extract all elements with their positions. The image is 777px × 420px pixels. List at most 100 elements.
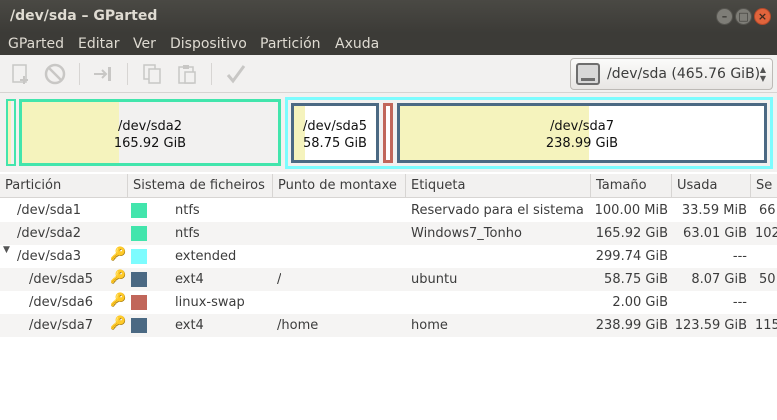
toolbar: /dev/sda (465.76 GiB) ▲ ▼ bbox=[0, 55, 777, 93]
cell-unused: 66 bbox=[759, 203, 776, 218]
cell-partition: /dev/sda5 bbox=[29, 272, 93, 287]
menu-ver[interactable]: Ver bbox=[133, 36, 156, 52]
resize-move-icon[interactable] bbox=[91, 62, 115, 86]
col-header-used[interactable]: Usada bbox=[672, 174, 751, 198]
map-partition-sda3-extended[interactable]: /dev/sda5 58.75 GiB /dev/sda7 238.99 GiB bbox=[285, 97, 773, 169]
fs-color-swatch bbox=[131, 249, 147, 264]
map-partition-sda6[interactable] bbox=[383, 103, 393, 163]
cell-label: ubuntu bbox=[411, 272, 458, 287]
map-sda7-name: /dev/sda7 bbox=[550, 119, 614, 134]
menu-gparted[interactable]: GParted bbox=[8, 36, 64, 52]
col-header-particion[interactable]: Partición bbox=[0, 174, 128, 198]
menu-axuda[interactable]: Axuda bbox=[335, 36, 379, 52]
cell-mountpoint: /home bbox=[277, 318, 319, 333]
map-sda2-name: /dev/sda2 bbox=[118, 119, 182, 134]
col-header-mountpoint[interactable]: Punto de montaxe bbox=[273, 174, 406, 198]
cell-size: 299.74 GiB bbox=[595, 249, 668, 264]
cell-partition: /dev/sda2 bbox=[17, 226, 81, 241]
table-row[interactable]: /dev/sda1 ntfs Reservado para el sistema… bbox=[0, 199, 777, 222]
fs-color-swatch bbox=[131, 272, 147, 287]
copy-icon[interactable] bbox=[140, 62, 164, 86]
cell-filesystem: ntfs bbox=[175, 203, 200, 218]
cell-filesystem: extended bbox=[175, 249, 237, 264]
table-header: Partición Sistema de ficheiros Punto de … bbox=[0, 174, 777, 198]
cell-label: home bbox=[411, 318, 448, 333]
table-row[interactable]: ▼ /dev/sda3 🔑 extended 299.74 GiB --- bbox=[0, 245, 777, 268]
device-label: /dev/sda (465.76 GiB) bbox=[607, 66, 761, 82]
cell-used: 8.07 GiB bbox=[691, 272, 747, 287]
expander-icon[interactable]: ▼ bbox=[3, 245, 10, 255]
cell-label: Windows7_Tonho bbox=[411, 226, 522, 241]
spinner-arrows-icon: ▲ ▼ bbox=[759, 65, 766, 83]
cell-partition: /dev/sda6 bbox=[29, 295, 93, 310]
key-icon: 🔑 bbox=[110, 293, 127, 308]
window-title: /dev/sda – GParted bbox=[10, 8, 158, 24]
cell-size: 165.92 GiB bbox=[595, 226, 668, 241]
cell-partition: /dev/sda1 bbox=[17, 203, 81, 218]
key-icon: 🔑 bbox=[110, 270, 127, 285]
cell-filesystem: ext4 bbox=[175, 272, 204, 287]
toolbar-separator bbox=[211, 63, 212, 85]
table-row[interactable]: /dev/sda6 🔑 linux-swap 2.00 GiB --- bbox=[0, 291, 777, 314]
cell-unused: 115 bbox=[755, 318, 777, 333]
toolbar-separator bbox=[79, 63, 80, 85]
cell-filesystem: ext4 bbox=[175, 318, 204, 333]
partition-map: /dev/sda2 165.92 GiB /dev/sda5 58.75 GiB… bbox=[0, 93, 777, 172]
cell-size: 100.00 MiB bbox=[594, 203, 668, 218]
map-sda7-size: 238.99 GiB bbox=[545, 136, 619, 151]
map-sda5-name: /dev/sda5 bbox=[303, 119, 367, 134]
cell-partition: /dev/sda7 bbox=[29, 318, 93, 333]
col-header-unused[interactable]: Se bbox=[751, 174, 777, 198]
table-row[interactable]: /dev/sda7 🔑 ext4 /home home 238.99 GiB 1… bbox=[0, 314, 777, 337]
col-header-size[interactable]: Tamaño bbox=[591, 174, 672, 198]
cell-size: 2.00 GiB bbox=[612, 295, 668, 310]
table-row[interactable]: /dev/sda5 🔑 ext4 / ubuntu 58.75 GiB 8.07… bbox=[0, 268, 777, 291]
minimize-icon[interactable]: – bbox=[716, 8, 733, 25]
menu-bar: GParted Editar Ver Dispositivo Partición… bbox=[0, 33, 777, 55]
title-bar: /dev/sda – GParted – □ × bbox=[0, 0, 777, 33]
cell-mountpoint: / bbox=[277, 272, 282, 287]
menu-particion[interactable]: Partición bbox=[260, 36, 321, 52]
paste-icon[interactable] bbox=[175, 62, 199, 86]
close-icon[interactable]: × bbox=[754, 8, 771, 25]
delete-icon[interactable] bbox=[43, 62, 67, 86]
cell-used: 123.59 GiB bbox=[674, 318, 747, 333]
cell-size: 58.75 GiB bbox=[604, 272, 668, 287]
cell-used: --- bbox=[732, 295, 747, 310]
fs-color-swatch bbox=[131, 318, 147, 333]
col-header-filesystem[interactable]: Sistema de ficheiros bbox=[128, 174, 273, 198]
cell-used: 63.01 GiB bbox=[683, 226, 747, 241]
fs-color-swatch bbox=[131, 295, 147, 310]
map-partition-sda2[interactable]: /dev/sda2 165.92 GiB bbox=[19, 99, 281, 166]
cell-unused: 102 bbox=[755, 226, 777, 241]
map-partition-sda1[interactable] bbox=[6, 99, 16, 166]
cell-used: --- bbox=[732, 249, 747, 264]
menu-dispositivo[interactable]: Dispositivo bbox=[170, 36, 247, 52]
map-partition-sda7[interactable]: /dev/sda7 238.99 GiB bbox=[397, 103, 767, 163]
map-partition-sda5[interactable]: /dev/sda5 58.75 GiB bbox=[291, 103, 379, 163]
col-header-label[interactable]: Etiqueta bbox=[406, 174, 591, 198]
key-icon: 🔑 bbox=[110, 247, 127, 262]
cell-unused: 50 bbox=[759, 272, 776, 287]
harddisk-icon bbox=[576, 63, 600, 85]
cell-size: 238.99 GiB bbox=[595, 318, 668, 333]
fs-color-swatch bbox=[131, 226, 147, 241]
cell-partition: /dev/sda3 bbox=[17, 249, 81, 264]
toolbar-separator bbox=[127, 63, 128, 85]
map-sda2-size: 165.92 GiB bbox=[113, 136, 187, 151]
device-selector[interactable]: /dev/sda (465.76 GiB) ▲ ▼ bbox=[570, 58, 773, 90]
cell-filesystem: ntfs bbox=[175, 226, 200, 241]
fs-color-swatch bbox=[131, 203, 147, 218]
cell-used: 33.59 MiB bbox=[681, 203, 747, 218]
table-row[interactable]: /dev/sda2 ntfs Windows7_Tonho 165.92 GiB… bbox=[0, 222, 777, 245]
partition-table: Partición Sistema de ficheiros Punto de … bbox=[0, 174, 777, 420]
new-partition-icon[interactable] bbox=[9, 62, 33, 86]
apply-icon[interactable] bbox=[224, 62, 248, 86]
menu-editar[interactable]: Editar bbox=[78, 36, 119, 52]
maximize-icon[interactable]: □ bbox=[735, 8, 752, 25]
key-icon: 🔑 bbox=[110, 316, 127, 331]
used-space-bar bbox=[8, 101, 11, 164]
map-sda5-size: 58.75 GiB bbox=[303, 136, 367, 151]
cell-filesystem: linux-swap bbox=[175, 295, 245, 310]
cell-label: Reservado para el sistema bbox=[411, 203, 584, 218]
